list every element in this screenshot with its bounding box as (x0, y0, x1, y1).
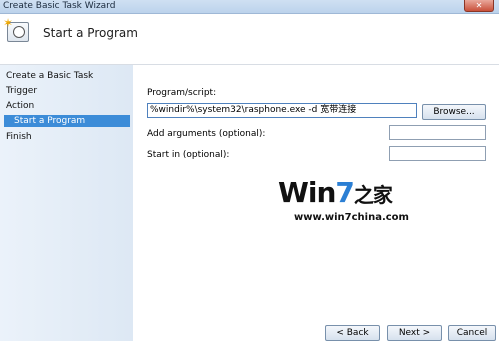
add-arguments-input[interactable] (389, 125, 486, 140)
watermark-brand-prefix: Win (278, 176, 336, 209)
wizard-header: ✶ Start a Program (0, 14, 499, 65)
watermark-brand-seven: 7 (335, 176, 355, 209)
next-button[interactable]: Next > (387, 325, 442, 341)
window-title: Create Basic Task Wizard (3, 1, 116, 11)
watermark-url: www.win7china.com (294, 212, 409, 223)
start-in-label: Start in (optional): (147, 150, 230, 160)
wizard-steps-sidebar: Create a Basic Task Trigger Action Start… (0, 65, 133, 341)
back-button[interactable]: < Back (325, 325, 380, 341)
step-create-basic-task[interactable]: Create a Basic Task (6, 71, 93, 81)
page-title: Start a Program (43, 26, 138, 40)
step-action[interactable]: Action (6, 101, 34, 111)
browse-button[interactable]: Browse... (422, 104, 486, 120)
close-icon: ✕ (475, 1, 483, 10)
watermark-brand: Win7之家 (278, 176, 393, 209)
task-scheduler-icon: ✶ (3, 16, 29, 42)
program-script-input[interactable]: %windir%\system32\rasphone.exe -d 宽带连接 (147, 103, 417, 118)
step-trigger[interactable]: Trigger (6, 86, 37, 96)
program-script-label: Program/script: (147, 88, 217, 98)
start-in-input[interactable] (389, 146, 486, 161)
step-start-a-program[interactable]: Start a Program (4, 115, 130, 127)
close-button[interactable]: ✕ (464, 0, 494, 12)
watermark-logo: Win7之家 www.win7china.com (278, 176, 418, 226)
watermark-brand-suffix: 之家 (353, 183, 393, 207)
clock-icon (13, 26, 25, 38)
title-bar: Create Basic Task Wizard ✕ (0, 0, 499, 14)
add-arguments-label: Add arguments (optional): (147, 129, 266, 139)
star-icon: ✶ (3, 16, 14, 30)
cancel-button[interactable]: Cancel (448, 325, 496, 341)
step-finish[interactable]: Finish (6, 132, 32, 142)
